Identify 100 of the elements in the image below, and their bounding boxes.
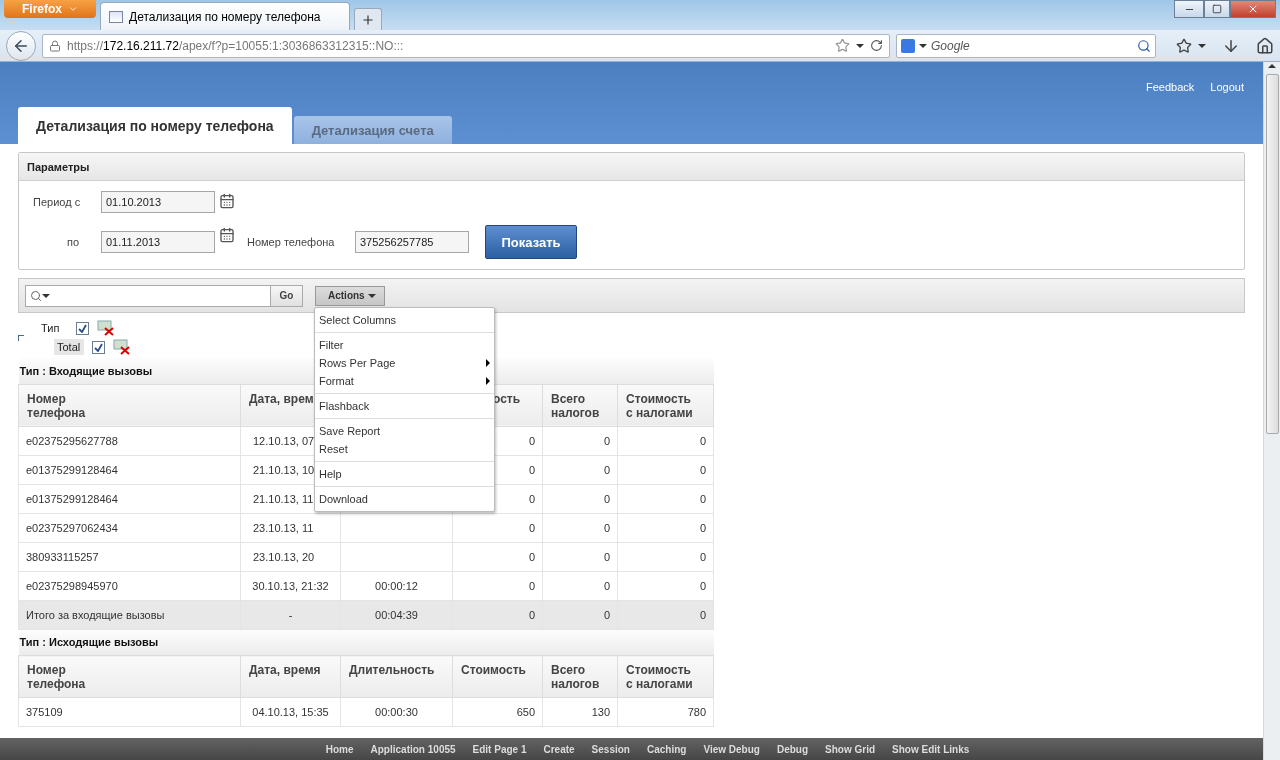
table-cell: 0 [542, 426, 618, 455]
header-link[interactable]: Feedback [1146, 81, 1195, 93]
reload-icon[interactable] [870, 39, 883, 52]
panel-title: Параметры [19, 153, 1244, 181]
search-field[interactable]: Google [896, 33, 1156, 58]
table-cell: Итого за входящие вызовы [18, 600, 241, 629]
developer-link[interactable]: Session [591, 743, 630, 755]
actions-button[interactable]: Actions [315, 285, 385, 306]
column-header[interactable]: Длительность [340, 655, 453, 698]
table-cell: 0 [542, 484, 618, 513]
table-cell: e02375297062434 [18, 513, 241, 542]
table-cell: 130 [542, 697, 618, 727]
table-cell: 23.10.13, 20 [240, 542, 341, 571]
dropdown-icon[interactable] [856, 43, 864, 48]
header-link[interactable]: Logout [1210, 81, 1244, 93]
table-cell: 0 [617, 455, 714, 484]
table-cell: 00:00:12 [340, 571, 453, 600]
menu-item[interactable]: Format [315, 374, 494, 387]
group-title: Тип : Исходящие вызовы [18, 629, 714, 656]
table-cell: e01375299128464 [18, 484, 241, 513]
developer-link[interactable]: View Debug [703, 743, 760, 755]
developer-link[interactable]: Debug [776, 743, 809, 755]
field-label: Период с [32, 196, 81, 208]
field-label: Номер телефона [247, 236, 335, 248]
bookmarks-icon[interactable] [1176, 37, 1192, 54]
tab-title: Детализация по номеру телефона [129, 9, 321, 24]
checkbox[interactable] [76, 321, 89, 335]
table-cell: 04.10.13, 15:35 [240, 697, 341, 727]
table-cell: 0 [542, 542, 618, 571]
checkbox[interactable] [92, 340, 105, 354]
scrollbar[interactable] [1263, 62, 1280, 760]
table-cell: 23.10.13, 11 [240, 513, 341, 542]
plus-icon [361, 12, 375, 27]
report-search-field[interactable] [25, 284, 271, 307]
back-button[interactable] [6, 30, 36, 61]
table-cell: 0 [617, 484, 714, 513]
table-cell: 0 [452, 542, 543, 571]
menu-item[interactable]: Select Columns [315, 313, 494, 326]
table-cell: 0 [452, 513, 543, 542]
caret-icon [68, 4, 78, 14]
search-icon[interactable] [1137, 38, 1151, 53]
table-cell: e01375299128464 [18, 455, 241, 484]
developer-link[interactable]: Application 10055 [370, 743, 456, 755]
calendar-icon[interactable] [219, 193, 235, 209]
column-header[interactable]: Всего налогов [542, 655, 618, 698]
column-header[interactable]: Стоимость [452, 655, 543, 698]
table-cell: e02375298945970 [18, 571, 241, 600]
table-cell: 30.10.13, 21:32 [240, 571, 341, 600]
column-header[interactable]: Номер телефона [18, 655, 241, 698]
address-field[interactable]: https://172.16.211.72/apex/f?p=10055:1:3036863312315::NO::: [42, 33, 890, 58]
table-cell: 375109 [18, 697, 241, 727]
table-cell: 0 [542, 600, 618, 629]
lock-icon [49, 39, 61, 52]
table-cell: 0 [617, 571, 714, 600]
remove-grid-icon[interactable] [113, 339, 131, 355]
calendar-icon[interactable] [219, 227, 235, 243]
menu-item[interactable]: Filter [315, 338, 494, 351]
table-cell: 0 [617, 542, 714, 571]
developer-link[interactable]: Edit Page 1 [472, 743, 527, 755]
page-tab[interactable]: Детализация по номеру телефона [18, 107, 292, 144]
close-icon [1247, 3, 1259, 15]
table-cell: 0 [542, 571, 618, 600]
table-cell: 00:00:30 [340, 697, 453, 727]
table-cell: 0 [617, 426, 714, 455]
developer-link[interactable]: Home [325, 743, 354, 755]
menu-item[interactable]: Rows Per Page [315, 356, 494, 369]
column-header[interactable]: Дата, время [240, 655, 341, 698]
date-field[interactable]: 01.10.2013 [101, 191, 215, 213]
table-cell: 650 [452, 697, 543, 727]
home-icon[interactable] [1256, 36, 1274, 55]
minimize-button[interactable] [1174, 0, 1204, 18]
table-cell: 0 [617, 513, 714, 542]
search-engine-icon[interactable] [901, 38, 915, 53]
table-cell: - [240, 600, 341, 629]
column-header[interactable]: Всего налогов [542, 384, 618, 426]
table-cell: 380933115257 [18, 542, 241, 571]
go-button[interactable]: Go [271, 284, 303, 307]
table-cell: 0 [452, 571, 543, 600]
date-field[interactable]: 01.11.2013 [101, 231, 215, 253]
browser-tab[interactable]: Детализация по номеру телефона [100, 2, 350, 30]
column-header[interactable]: Стоимость с налогами [617, 384, 714, 426]
star-icon[interactable] [835, 38, 850, 53]
control-break-label: Total [54, 339, 84, 355]
field-label: по [66, 236, 80, 248]
developer-link[interactable]: Show Grid [825, 743, 876, 755]
developer-link[interactable]: Show Edit Links [892, 743, 970, 755]
restore-icon [1212, 4, 1222, 14]
developer-link[interactable]: Create [543, 743, 575, 755]
new-tab-button[interactable] [354, 8, 382, 30]
developer-link[interactable]: Caching [646, 743, 687, 755]
column-header[interactable]: Номер телефона [18, 384, 241, 426]
remove-grid-icon[interactable] [97, 320, 115, 336]
phone-field[interactable]: 375256257785 [355, 231, 469, 253]
control-break-label: Тип [40, 321, 61, 336]
column-header[interactable]: Стоимость с налогами [617, 655, 714, 698]
page-icon [109, 10, 123, 23]
restore-button[interactable] [1204, 0, 1230, 18]
table-cell: 0 [617, 600, 714, 629]
search-icon[interactable] [30, 289, 42, 302]
show-button[interactable]: Показать [485, 225, 577, 259]
